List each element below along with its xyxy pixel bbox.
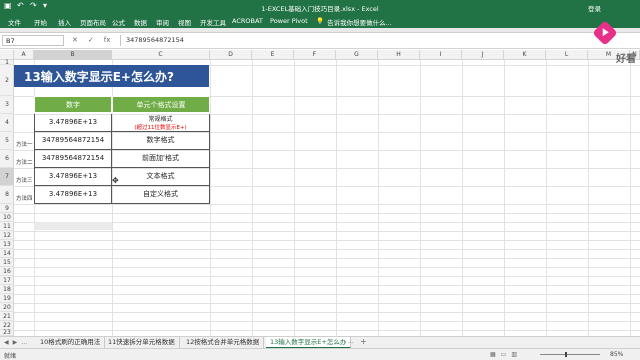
- status-bar: 就绪 ▦ ▭ ▥ 85%: [0, 348, 640, 360]
- sheet-tab-bar: ◀ ▶ … 10格式刷的正确用法 11快速拆分单元格数据 12按格式合并单元格数…: [0, 336, 640, 349]
- page-layout-icon[interactable]: ▭: [501, 351, 507, 358]
- row-header[interactable]: 9: [0, 204, 14, 213]
- tab-insert[interactable]: 插入: [58, 17, 71, 27]
- row-header[interactable]: 7: [0, 168, 14, 186]
- column-header[interactable]: K: [504, 50, 546, 60]
- row-header[interactable]: 20: [0, 303, 14, 312]
- tab-data[interactable]: 数据: [134, 17, 147, 27]
- enter-icon[interactable]: ✓: [88, 36, 94, 44]
- format-warning: (超过11位数显示E+): [134, 125, 187, 131]
- tab-view[interactable]: 视图: [178, 17, 191, 27]
- format-cell[interactable]: 自定义格式: [112, 186, 210, 204]
- tab-home[interactable]: 开始: [34, 17, 47, 27]
- haokan-logo: 好看: [592, 14, 640, 66]
- page-break-icon[interactable]: ▥: [511, 351, 517, 358]
- row-header[interactable]: 13: [0, 240, 14, 249]
- column-header[interactable]: L: [546, 50, 588, 60]
- number-cell[interactable]: 34789564872154: [34, 132, 112, 150]
- method-label: 方法三: [16, 178, 33, 184]
- row-header[interactable]: 11: [0, 222, 14, 231]
- format-note: 常规格式 (超过11位数显示E+): [112, 115, 209, 133]
- method-label: 方法一: [16, 142, 33, 148]
- number-cell[interactable]: 3.47896E+13: [34, 186, 112, 204]
- tab-file[interactable]: 文件: [8, 17, 21, 27]
- row-header[interactable]: 5: [0, 132, 14, 150]
- formula-input[interactable]: 34789564872154: [120, 35, 638, 46]
- tab-page-layout[interactable]: 页面布局: [80, 17, 106, 27]
- number-cell[interactable]: 34789564872154: [34, 150, 112, 168]
- view-buttons: ▦ ▭ ▥: [490, 351, 517, 358]
- column-header[interactable]: F: [294, 50, 336, 60]
- status-ready: 就绪: [4, 353, 17, 360]
- header-number[interactable]: 数字: [34, 96, 112, 113]
- tell-me-text: 告诉我你想要做什么...: [327, 19, 392, 27]
- tab-acrobat[interactable]: ACROBAT: [232, 17, 263, 25]
- number-cell[interactable]: 3.47896E+13: [34, 114, 112, 132]
- zoom-slider[interactable]: [540, 354, 600, 355]
- selection-highlight: [34, 222, 112, 230]
- normal-view-icon[interactable]: ▦: [490, 351, 496, 358]
- tab-power-pivot[interactable]: Power Pivot: [270, 17, 308, 25]
- fx-icon[interactable]: fx: [104, 36, 111, 44]
- row-header[interactable]: 18: [0, 285, 14, 294]
- sheet-title-cell[interactable]: 13输入数字显示E+怎么办?: [14, 65, 209, 87]
- prev-sheet-icon[interactable]: ◀: [4, 339, 9, 346]
- column-header[interactable]: E: [252, 50, 294, 60]
- row-header[interactable]: 8: [0, 186, 14, 204]
- window-title: 1-EXCEL基础入门技巧目录.xlsx - Excel: [261, 5, 379, 13]
- row-header[interactable]: 21: [0, 312, 14, 321]
- row-header[interactable]: 17: [0, 276, 14, 285]
- column-header[interactable]: G: [336, 50, 378, 60]
- next-sheet-icon[interactable]: ▶: [13, 339, 18, 346]
- sheet-nav: ◀ ▶ …: [4, 339, 27, 346]
- tab-formulas[interactable]: 公式: [112, 17, 125, 27]
- format-label: 常规格式: [148, 116, 173, 123]
- row-header[interactable]: 4: [0, 114, 14, 132]
- ribbon-tabs: 文件 开始 插入 页面布局 公式 数据 审阅 视图 开发工具 ACROBAT P…: [0, 14, 640, 28]
- row-header[interactable]: 16: [0, 267, 14, 276]
- row-header[interactable]: 14: [0, 249, 14, 258]
- column-header[interactable]: H: [378, 50, 420, 60]
- lightbulb-icon: 💡: [316, 17, 325, 25]
- cancel-icon[interactable]: ✕: [72, 36, 78, 44]
- row-header[interactable]: 2: [0, 65, 14, 96]
- column-header[interactable]: J: [462, 50, 504, 60]
- row-header[interactable]: 10: [0, 213, 14, 222]
- play-heart-icon: [592, 20, 618, 46]
- tell-me-box[interactable]: 💡 告诉我你想要做什么...: [316, 17, 392, 27]
- column-headers: A B C D E F G H I J K L M N: [0, 50, 640, 60]
- column-header[interactable]: I: [420, 50, 462, 60]
- row-header[interactable]: 6: [0, 150, 14, 168]
- add-sheet-button[interactable]: +: [360, 337, 367, 346]
- row-header[interactable]: 15: [0, 258, 14, 267]
- method-label: 方法四: [16, 196, 33, 202]
- sheet-more-icon[interactable]: …: [21, 339, 27, 346]
- sheet-more-button[interactable]: ...: [348, 338, 354, 345]
- row-headers: 1 2 3 4 5 6 7 8 9 10 11 12 13 14 15 16 1…: [0, 60, 14, 336]
- method-label: 方法二: [16, 160, 33, 166]
- zoom-knob[interactable]: [565, 352, 567, 357]
- tab-developer[interactable]: 开发工具: [200, 17, 226, 27]
- number-cell[interactable]: 3.47896E+13: [34, 168, 112, 186]
- header-format[interactable]: 单元个格式设置: [112, 96, 210, 113]
- name-box[interactable]: B7: [2, 35, 64, 46]
- column-header[interactable]: D: [210, 50, 252, 60]
- row-header[interactable]: 19: [0, 294, 14, 303]
- login-button[interactable]: 登录: [588, 3, 601, 13]
- format-cell[interactable]: 前面加'格式: [112, 150, 210, 168]
- zoom-level[interactable]: 85%: [610, 351, 623, 358]
- format-cell[interactable]: 数字格式: [112, 132, 210, 150]
- column-header[interactable]: A: [14, 50, 34, 60]
- formula-bar: B7 ✕ ✓ fx 34789564872154: [0, 33, 640, 49]
- logo-brand-text: 好看: [616, 54, 636, 65]
- mouse-cursor-icon: ✥: [112, 176, 119, 185]
- tab-review[interactable]: 审阅: [156, 17, 169, 27]
- formula-buttons: ✕ ✓ fx: [72, 36, 110, 44]
- format-cell[interactable]: 文本格式: [112, 168, 210, 186]
- column-header[interactable]: B: [34, 50, 112, 60]
- row-header[interactable]: 12: [0, 231, 14, 240]
- column-header[interactable]: C: [112, 50, 210, 60]
- row-header[interactable]: 3: [0, 96, 14, 114]
- title-bar: ▣ ↶ ↷ ▾ 1-EXCEL基础入门技巧目录.xlsx - Excel 登录: [0, 0, 640, 14]
